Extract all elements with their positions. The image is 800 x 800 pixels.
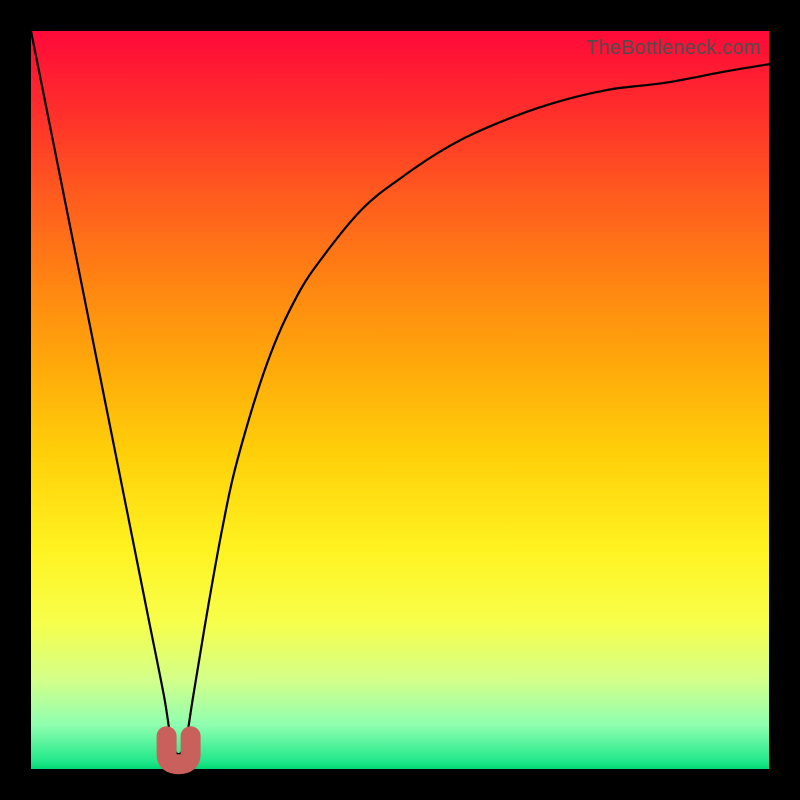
curve-layer <box>31 31 769 769</box>
chart-frame: TheBottleneck.com <box>0 0 800 800</box>
plot-area: TheBottleneck.com <box>31 31 769 769</box>
bottleneck-curve <box>31 31 769 754</box>
minimum-nub <box>167 736 191 764</box>
